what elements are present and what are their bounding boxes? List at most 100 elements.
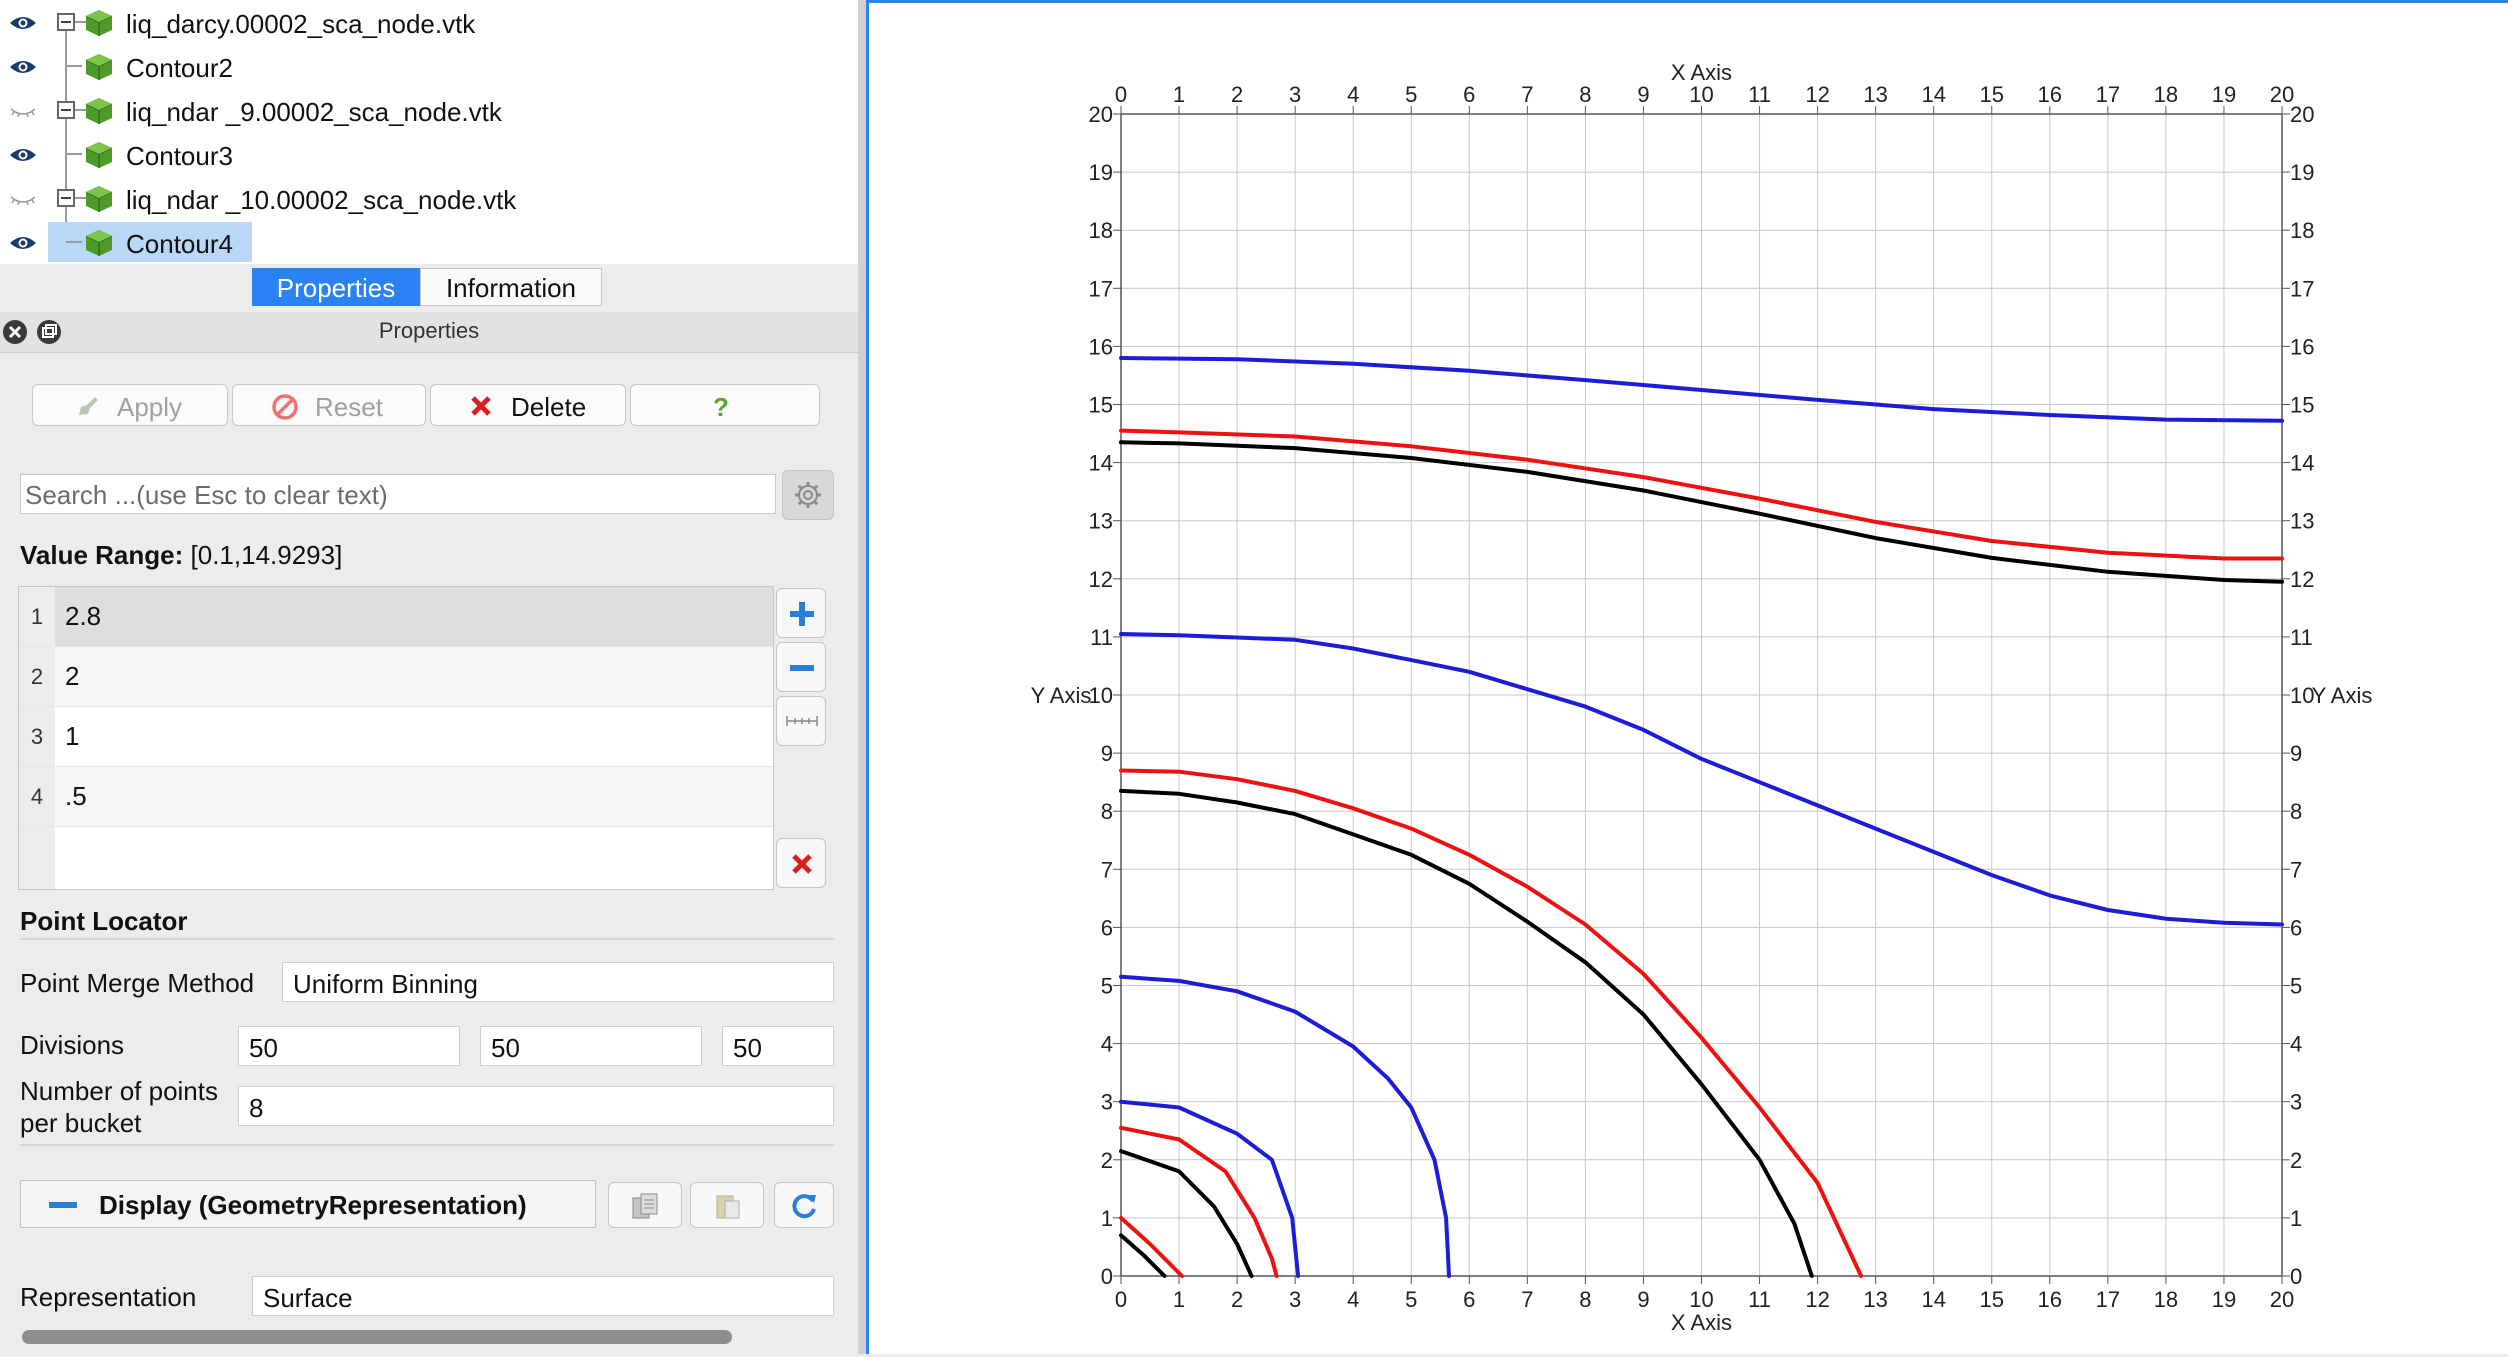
y-tick-label-right: 7 — [2290, 857, 2302, 882]
dataset-cube-icon — [84, 8, 114, 38]
apply-button[interactable]: Apply — [32, 384, 228, 426]
reset-button[interactable]: Reset — [232, 384, 426, 426]
eye-icon[interactable] — [8, 56, 40, 78]
copy-properties-button[interactable] — [608, 1182, 682, 1228]
x-tick-label-top: 11 — [1748, 82, 1771, 107]
pipeline-item-label: Contour4 — [126, 229, 233, 259]
delete-x-icon — [790, 852, 814, 881]
points-per-bucket-field[interactable]: 8 — [238, 1086, 834, 1126]
table-row[interactable]: 1 2.8 — [19, 587, 773, 647]
x-tick-label-bottom: 10 — [1689, 1287, 1713, 1312]
collapse-toggle-icon[interactable] — [57, 13, 75, 31]
contour-values-table: 1 2.8 2 2 3 1 4 .5 — [18, 586, 774, 890]
display-section-toggle[interactable]: Display (GeometryRepresentation) — [20, 1180, 596, 1228]
y-tick-label-left: 17 — [1089, 276, 1113, 301]
x-axis-title-bottom: X Axis — [1671, 1310, 1732, 1335]
y-tick-label-left: 2 — [1101, 1148, 1113, 1173]
row-value[interactable]: 1 — [65, 721, 79, 752]
contour-line-red — [1119, 768, 1864, 1278]
y-tick-label-left: 19 — [1089, 160, 1113, 185]
y-tick-label-right: 12 — [2290, 567, 2314, 592]
pipeline-item[interactable]: Contour4 — [0, 220, 858, 264]
y-tick-label-left: 9 — [1101, 741, 1113, 766]
merge-method-select[interactable]: Uniform Binning — [282, 962, 834, 1002]
x-tick-label-top: 4 — [1347, 82, 1359, 107]
pipeline-item[interactable]: liq_ndar _10.00002_sca_node.vtk — [0, 176, 858, 220]
x-tick-label-top: 9 — [1637, 82, 1649, 107]
eye-icon[interactable] — [8, 12, 40, 34]
bucket-label-line2: per bucket — [20, 1108, 142, 1138]
y-tick-label-left: 7 — [1101, 857, 1113, 882]
y-axis-title-right: Y Axis — [2312, 683, 2373, 708]
x-tick-label-bottom: 5 — [1405, 1287, 1417, 1312]
eye-icon[interactable] — [8, 232, 40, 254]
x-tick-label-top: 12 — [1805, 82, 1829, 107]
y-tick-label-left: 1 — [1101, 1206, 1113, 1231]
pane-splitter[interactable] — [858, 0, 866, 1354]
x-tick-label-bottom: 18 — [2154, 1287, 2178, 1312]
y-tick-label-right: 18 — [2290, 218, 2314, 243]
eye-closed-icon[interactable] — [8, 100, 40, 122]
delete-label: Delete — [511, 392, 587, 422]
copy-icon — [631, 1192, 661, 1225]
eye-icon[interactable] — [8, 144, 40, 166]
x-tick-label-top: 3 — [1289, 82, 1301, 107]
divisions-x-field[interactable]: 50 — [238, 1026, 460, 1066]
table-row[interactable]: 3 1 — [19, 707, 773, 767]
tab-information[interactable]: Information — [420, 268, 602, 306]
properties-title: Properties — [378, 318, 480, 343]
apply-label: Apply — [117, 392, 183, 422]
collapse-toggle-icon[interactable] — [57, 189, 75, 207]
pipeline-item[interactable]: liq_ndar _9.00002_sca_node.vtk — [0, 88, 858, 132]
y-axis-title-left: Y Axis — [1031, 683, 1092, 708]
x-tick-label-bottom: 9 — [1637, 1287, 1649, 1312]
table-row[interactable]: 2 2 — [19, 647, 773, 707]
y-tick-label-left: 11 — [1090, 625, 1113, 650]
collapse-toggle-icon[interactable] — [57, 101, 75, 119]
gear-icon — [794, 481, 822, 514]
x-tick-label-top: 8 — [1579, 82, 1591, 107]
search-input[interactable]: Search ...(use Esc to clear text) — [20, 474, 776, 514]
pipeline-item-label: Contour3 — [126, 141, 233, 171]
tab-properties[interactable]: Properties — [252, 268, 420, 306]
eye-closed-icon[interactable] — [8, 188, 40, 210]
paste-icon — [713, 1192, 743, 1225]
contour-line-black — [1119, 788, 1814, 1278]
remove-value-button[interactable] — [776, 642, 826, 692]
advanced-gear-button[interactable] — [782, 470, 834, 520]
reload-button[interactable] — [774, 1182, 834, 1228]
horizontal-scrollbar[interactable] — [22, 1330, 732, 1344]
minus-icon — [788, 654, 816, 687]
help-button[interactable]: ? — [630, 384, 820, 426]
pipeline-item[interactable]: Contour3 — [0, 132, 858, 176]
divisions-y-field[interactable]: 50 — [480, 1026, 702, 1066]
x-tick-label-bottom: 12 — [1805, 1287, 1829, 1312]
add-value-button[interactable] — [776, 588, 826, 638]
y-tick-label-right: 2 — [2290, 1148, 2302, 1173]
row-value[interactable]: .5 — [65, 781, 87, 812]
dataset-cube-icon — [84, 228, 114, 258]
x-tick-label-bottom: 8 — [1579, 1287, 1591, 1312]
delete-button[interactable]: Delete — [430, 384, 626, 426]
value-range-value: [0.1,14.9293] — [190, 540, 343, 570]
remove-all-button[interactable] — [776, 838, 826, 888]
table-empty-row — [19, 827, 773, 889]
pipeline-item-label: liq_ndar _10.00002_sca_node.vtk — [126, 185, 517, 215]
divisions-z-field[interactable]: 50 — [722, 1026, 834, 1066]
pipeline-item[interactable]: liq_darcy.00002_sca_node.vtk — [0, 0, 858, 44]
x-tick-label-bottom: 1 — [1173, 1287, 1185, 1312]
range-button[interactable] — [776, 696, 826, 746]
x-axis-title-top: X Axis — [1671, 60, 1732, 85]
pipeline-item[interactable]: Contour2 — [0, 44, 858, 88]
representation-select[interactable]: Surface — [252, 1276, 834, 1316]
render-view[interactable]: 0 0 1 1 2 2 3 3 4 4 5 5 6 6 7 7 8 8 9 9 10 10 11 11 12 12 13 13 14 14… — [866, 0, 2508, 1354]
y-tick-label-right: 4 — [2290, 1032, 2302, 1057]
y-tick-label-right: 13 — [2290, 509, 2314, 534]
paste-properties-button[interactable] — [690, 1182, 764, 1228]
x-tick-label-bottom: 3 — [1289, 1287, 1301, 1312]
row-value[interactable]: 2 — [65, 661, 79, 692]
table-row[interactable]: 4 .5 — [19, 767, 773, 827]
y-tick-label-left: 14 — [1089, 451, 1113, 476]
row-value[interactable]: 2.8 — [65, 601, 101, 632]
bucket-label: Number of points — [20, 1076, 218, 1106]
